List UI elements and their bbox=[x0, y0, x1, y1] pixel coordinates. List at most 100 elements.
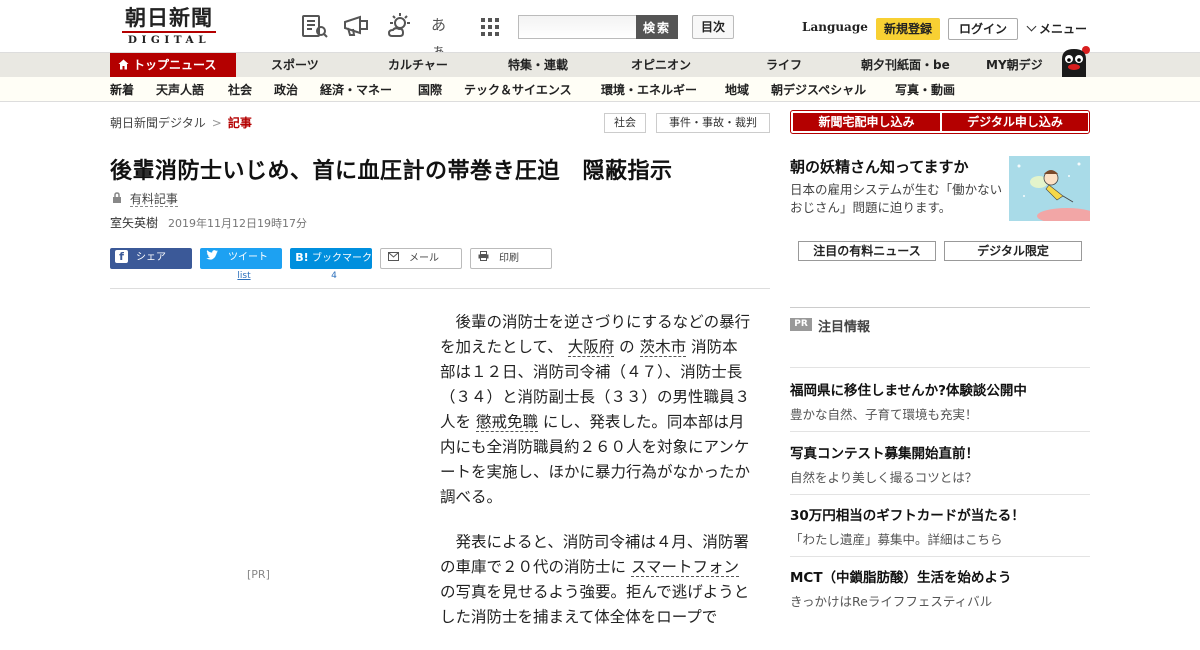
nav-life[interactable]: ライフ bbox=[766, 53, 802, 78]
nav-tech-science[interactable]: テック＆サイエンス bbox=[464, 77, 572, 102]
pr-list-item[interactable]: 写真コンテスト募集開始直前！ 自然をより美しく撮るコツとは？ bbox=[790, 442, 1090, 486]
logo-japanese: 朝日新聞 bbox=[125, 5, 213, 30]
menu-button[interactable]: メニュー bbox=[1026, 20, 1087, 37]
nav-top-news-label: トップニュース bbox=[133, 58, 217, 72]
paragraph-2: 発表によると、消防司令補は４月、消防署の車庫で２０代の消防士に スマートフォン … bbox=[440, 533, 750, 626]
pr-divider bbox=[790, 494, 1090, 495]
breadcrumb-separator: > bbox=[211, 116, 222, 130]
newspaper-subscribe-button[interactable]: 新聞宅配申し込み bbox=[793, 113, 940, 131]
paragraph-1: 後輩の消防士を逆さづりにするなどの暴行を加えたとして、 大阪府 の 茨木市 消防… bbox=[440, 313, 751, 506]
hatena-bookmark-button[interactable]: B! ブックマーク bbox=[290, 248, 372, 269]
nav-special[interactable]: 朝デジスペシャル bbox=[771, 77, 866, 102]
facebook-share-button[interactable]: f シェア bbox=[110, 248, 192, 269]
search-button[interactable]: 検索 bbox=[636, 15, 678, 39]
register-button[interactable]: 新規登録 bbox=[876, 18, 940, 40]
nav-my-asahi[interactable]: MY朝デジ bbox=[986, 53, 1043, 78]
breadcrumb-current: 記事 bbox=[227, 116, 252, 130]
pr-ad-label: [PR] bbox=[247, 568, 270, 581]
site-header: 朝日新聞 DIGITAL あぁ 検索 目次 Language 新規登録 ログイン… bbox=[0, 0, 1200, 60]
facebook-icon: f bbox=[115, 250, 128, 263]
keyword-link-disciplinary[interactable]: 懲戒免職 bbox=[475, 413, 538, 432]
home-icon bbox=[118, 54, 129, 79]
mail-share-button[interactable]: メール bbox=[380, 248, 462, 269]
promo-title[interactable]: 朝の妖精さん知ってますか bbox=[790, 156, 969, 177]
grid-menu-icon[interactable] bbox=[476, 12, 504, 40]
nav-photo-video[interactable]: 写真・動画 bbox=[895, 77, 955, 102]
search-input[interactable] bbox=[518, 15, 637, 39]
pr-item-desc: きっかけはReライフフェスティバル bbox=[790, 594, 993, 609]
print-label: 印刷 bbox=[499, 253, 519, 264]
pr-divider bbox=[790, 431, 1090, 432]
nav-politics[interactable]: 政治 bbox=[274, 77, 298, 102]
breadcrumb: 朝日新聞デジタル > 記事 bbox=[110, 114, 252, 131]
pr-item-title[interactable]: 写真コンテスト募集開始直前！ bbox=[790, 442, 1090, 462]
tag-incidents[interactable]: 事件・事故・裁判 bbox=[656, 113, 770, 133]
nav-newspaper-be[interactable]: 朝夕刊紙面・be bbox=[861, 53, 950, 78]
hatena-bookmark-label: ブックマーク bbox=[312, 253, 372, 264]
megaphone-icon[interactable] bbox=[342, 12, 370, 40]
pr-badge: PR bbox=[790, 318, 812, 331]
tab-digital-only[interactable]: デジタル限定 bbox=[944, 241, 1082, 261]
pr-list-item[interactable]: 福岡県に移住しませんか?体験談公開中 豊かな自然、子育て環境も充実！ bbox=[790, 379, 1090, 423]
nav-environment[interactable]: 環境・エネルギー bbox=[601, 77, 697, 102]
promo-description[interactable]: 日本の雇用システムが生む「働かないおじさん」問題に迫ります。 bbox=[790, 181, 1005, 217]
text-size-icon[interactable]: あぁ bbox=[431, 12, 459, 60]
primary-nav: トップニュース スポーツ カルチャー 特集・連載 オピニオン ライフ 朝夕刊紙面… bbox=[0, 46, 1200, 78]
breadcrumb-site[interactable]: 朝日新聞デジタル bbox=[110, 116, 206, 130]
nav-latest[interactable]: 新着 bbox=[110, 77, 134, 102]
nav-features[interactable]: 特集・連載 bbox=[508, 53, 568, 78]
nav-culture[interactable]: カルチャー bbox=[388, 53, 448, 78]
nav-region[interactable]: 地域 bbox=[725, 77, 749, 102]
newspaper-icon[interactable] bbox=[300, 12, 328, 40]
keyword-link-smartphone[interactable]: スマートフォン bbox=[630, 558, 739, 577]
nav-international[interactable]: 国際 bbox=[418, 77, 442, 102]
nav-tensei-jingo[interactable]: 天声人語 bbox=[156, 77, 204, 102]
keyword-link-ibaraki[interactable]: 茨木市 bbox=[639, 338, 687, 357]
weather-icon[interactable] bbox=[386, 12, 414, 40]
menu-label: メニュー bbox=[1039, 22, 1088, 36]
pr-list-item[interactable]: MCT（中鎖脂肪酸）生活を始めよう きっかけはReライフフェスティバル bbox=[790, 566, 1090, 610]
pr-item-title[interactable]: 福岡県に移住しませんか?体験談公開中 bbox=[790, 379, 1090, 399]
pr-item-title[interactable]: MCT（中鎖脂肪酸）生活を始めよう bbox=[790, 566, 1090, 586]
facebook-share-label: シェア bbox=[136, 252, 166, 263]
nav-top-news[interactable]: トップニュース bbox=[110, 53, 236, 78]
print-button[interactable]: 印刷 bbox=[470, 248, 552, 269]
pr-item-desc: 豊かな自然、子育て環境も充実！ bbox=[790, 407, 978, 422]
author: 室矢英樹 bbox=[110, 216, 159, 230]
nav-economy[interactable]: 経済・マネー bbox=[320, 77, 392, 102]
twitter-count[interactable]: list bbox=[200, 271, 288, 281]
pr-item-title[interactable]: 30万円相当のギフトカードが当たる！ bbox=[790, 504, 1090, 524]
article-body: 後輩の消防士を逆さづりにするなどの暴行を加えたとして、 大阪府 の 茨木市 消防… bbox=[440, 310, 752, 650]
share-divider bbox=[110, 288, 770, 289]
article-title: 後輩消防士いじめ、首に血圧計の帯巻き圧迫 隠蔽指示 bbox=[110, 159, 673, 184]
twitter-tweet-button[interactable]: ツイート bbox=[200, 248, 282, 269]
tab-paid-news[interactable]: 注目の有料ニュース bbox=[798, 241, 936, 261]
secondary-nav: 新着 天声人語 社会 政治 経済・マネー 国際 テック＆サイエンス 環境・エネル… bbox=[0, 77, 1200, 102]
pr-list-item[interactable]: 30万円相当のギフトカードが当たる！ 「わたし遺産」募集中。詳細はこちら bbox=[790, 504, 1090, 548]
hatena-count[interactable]: 4 bbox=[290, 271, 378, 281]
keyword-link-osaka[interactable]: 大阪府 bbox=[567, 338, 615, 357]
mail-share-label: メール bbox=[409, 253, 439, 264]
mascot-icon bbox=[1054, 45, 1092, 78]
nav-society[interactable]: 社会 bbox=[228, 77, 252, 102]
hatena-bookmark-icon: B! bbox=[295, 251, 309, 264]
mail-icon bbox=[385, 249, 401, 269]
digital-subscribe-button[interactable]: デジタル申し込み bbox=[942, 113, 1088, 131]
pr-heading: 注目情報 bbox=[818, 320, 871, 335]
twitter-icon bbox=[204, 248, 220, 268]
toc-button[interactable]: 目次 bbox=[692, 15, 734, 39]
nav-opinion[interactable]: オピニオン bbox=[631, 53, 691, 78]
pr-divider bbox=[790, 367, 1090, 368]
twitter-tweet-label: ツイート bbox=[228, 252, 268, 263]
subscribe-box: 新聞宅配申し込み デジタル申し込み bbox=[790, 110, 1090, 134]
tag-society[interactable]: 社会 bbox=[604, 113, 646, 133]
chevron-down-icon bbox=[1026, 21, 1037, 32]
promo-fairy-illustration[interactable] bbox=[1009, 156, 1090, 221]
pr-divider bbox=[790, 556, 1090, 557]
nav-sports[interactable]: スポーツ bbox=[271, 53, 319, 78]
paid-article-text[interactable]: 有料記事 bbox=[129, 192, 178, 207]
login-button[interactable]: ログイン bbox=[948, 18, 1018, 40]
byline: 室矢英樹 2019年11月12日19時17分 bbox=[110, 214, 307, 231]
language-link[interactable]: Language bbox=[802, 20, 868, 34]
asahi-digital-logo[interactable]: 朝日新聞 DIGITAL bbox=[110, 6, 228, 48]
